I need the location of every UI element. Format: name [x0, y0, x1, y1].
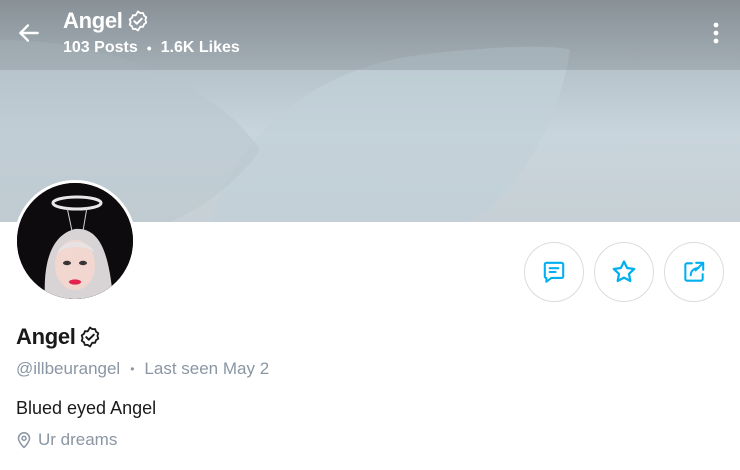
top-bar: Angel 103 Posts • 1.6K Likes — [0, 0, 740, 70]
bio-text: Blued eyed Angel — [16, 398, 157, 418]
verified-icon — [80, 326, 99, 348]
verified-icon — [128, 10, 147, 32]
header-name: Angel — [63, 8, 123, 33]
profile-name: Angel — [16, 323, 102, 351]
share-icon — [684, 261, 705, 282]
posts-count: 103 Posts — [63, 39, 138, 56]
last-seen-text: Last seen May 2 — [144, 359, 270, 378]
avatar[interactable] — [14, 180, 136, 302]
favorite-button[interactable] — [594, 242, 654, 302]
share-button[interactable] — [664, 242, 724, 302]
handle-separator: • — [130, 362, 135, 376]
profile-name-text: Angel — [16, 324, 76, 349]
more-vertical-icon — [713, 22, 719, 44]
location-pin-icon — [17, 432, 31, 449]
star-icon — [612, 260, 636, 283]
location-text: Ur dreams — [38, 430, 118, 449]
likes-count: 1.6K Likes — [160, 39, 240, 56]
header-stats: 103 Posts • 1.6K Likes — [63, 38, 240, 58]
location-row: Ur dreams — [16, 429, 117, 451]
arrow-left-icon — [19, 24, 39, 42]
handle-row: @illbeurangel • Last seen May 2 — [16, 358, 269, 380]
stats-separator: • — [146, 40, 152, 56]
username-handle: @illbeurangel — [16, 359, 121, 378]
message-button[interactable] — [524, 242, 584, 302]
avatar-image — [17, 183, 133, 299]
back-button[interactable] — [14, 18, 44, 48]
avatar-photo — [17, 183, 133, 299]
more-options-button[interactable] — [704, 20, 728, 46]
message-icon — [543, 261, 565, 283]
header-title: Angel — [63, 8, 150, 34]
